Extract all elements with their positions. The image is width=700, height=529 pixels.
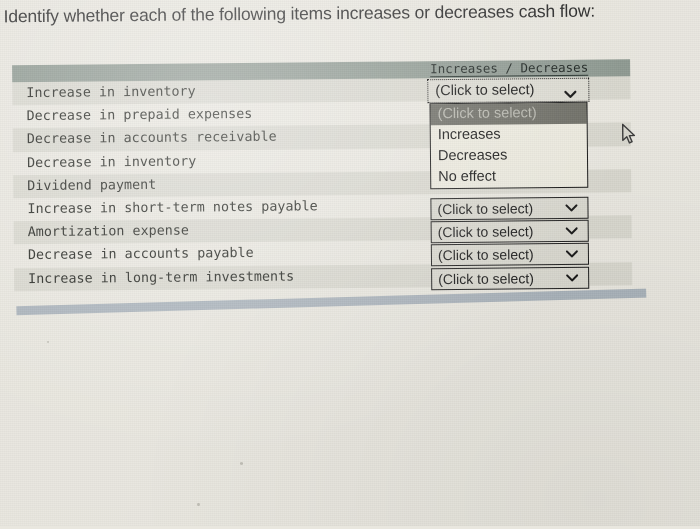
chevron-down-icon [565, 204, 578, 212]
select-row-7[interactable]: (Click to select) [430, 219, 589, 244]
dropdown-option-no-effect[interactable]: No effect [431, 166, 587, 188]
open-select-wrapper: (Click to select) (Click to select) Incr… [427, 77, 590, 190]
dropdown-option-increases[interactable]: Increases [431, 124, 587, 146]
select-row-9[interactable]: (Click to select) [431, 266, 590, 290]
item-label: Decrease in accounts payable [27, 246, 254, 264]
item-label: Decrease in accounts receivable [26, 130, 277, 148]
dropdown-option-decreases[interactable]: Decreases [431, 145, 587, 167]
column-header-increases-decreases: Increases / Decreases [430, 59, 630, 78]
item-label: Amortization expense [27, 223, 190, 241]
chevron-down-icon [566, 273, 579, 281]
column-header-label: Increases / Decreases [430, 59, 589, 78]
select-dropdown-list[interactable]: (Click to select) Increases Decreases No… [429, 101, 589, 190]
select-value: (Click to select) [437, 200, 534, 218]
select-value: (Click to select) [437, 223, 534, 241]
item-label: Increase in long-term investments [28, 269, 295, 287]
dropdown-option-click-to-select[interactable]: (Click to select) [430, 102, 587, 126]
chevron-down-icon [565, 227, 578, 235]
photo-speck [47, 341, 49, 343]
select-value: (Click to select) [438, 269, 534, 287]
page-title: Identify whether each of the following i… [3, 0, 596, 27]
item-label: Decrease in prepaid expenses [26, 107, 253, 125]
select-row-6[interactable]: (Click to select) [430, 196, 589, 221]
mouse-pointer-icon [621, 123, 637, 145]
item-label: Dividend payment [27, 177, 157, 194]
chevron-down-icon [565, 250, 578, 258]
item-label: Increase in inventory [26, 84, 196, 102]
select-row-8[interactable]: (Click to select) [430, 243, 590, 267]
select-value: (Click to select) [435, 82, 535, 100]
photo-speck [240, 462, 243, 465]
bottom-divider [16, 288, 647, 316]
select-value: (Click to select) [437, 246, 534, 264]
item-label: Decrease in inventory [26, 154, 197, 171]
item-label: Increase in short-term notes payable [27, 199, 318, 218]
photo-speck [197, 503, 200, 506]
chevron-down-icon [564, 85, 577, 98]
select-row-1[interactable]: (Click to select) [427, 77, 590, 104]
